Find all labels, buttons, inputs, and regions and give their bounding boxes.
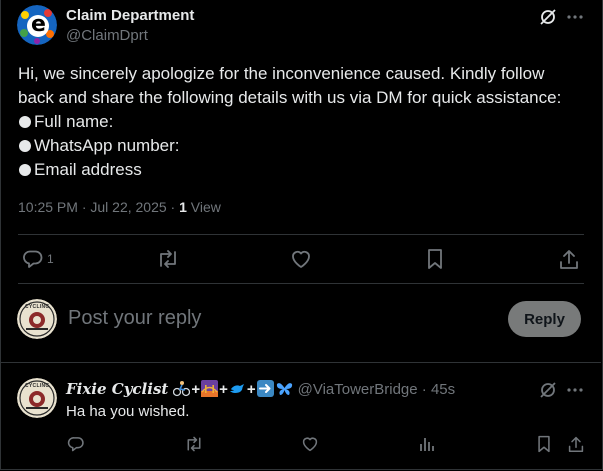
views-count: 1: [179, 199, 187, 215]
reply-icon[interactable]: [66, 434, 86, 454]
views-label: View: [186, 199, 221, 215]
share-icon[interactable]: [557, 247, 581, 271]
bridge-emoji-icon: [201, 380, 219, 398]
claim-department-avatar[interactable]: e: [17, 5, 57, 45]
author-handle[interactable]: @ClaimDprt: [66, 27, 148, 44]
analytics-icon[interactable]: [417, 434, 437, 454]
author-name[interactable]: Claim Department: [66, 7, 194, 24]
bullet-icon: [19, 116, 31, 128]
user-avatar[interactable]: CYCLING: [17, 299, 57, 339]
bookmark-icon[interactable]: [534, 434, 554, 454]
reply-handle-time[interactable]: @ViaTowerBridge · 45s: [298, 381, 456, 398]
retweet-icon[interactable]: [155, 247, 181, 271]
grok-icon[interactable]: [538, 7, 558, 27]
bullet-item: Full name:: [18, 110, 593, 134]
bird-emoji-icon: [229, 380, 246, 398]
bullet-item: Email address: [18, 158, 593, 182]
divider: [18, 234, 584, 235]
grok-icon[interactable]: [538, 380, 558, 400]
bookmark-icon[interactable]: [423, 247, 447, 271]
plus-sign: +: [219, 380, 228, 398]
avatar-letter: e: [31, 12, 46, 37]
tweet-time[interactable]: 10:25 PM · Jul 22, 2025 ·: [18, 199, 179, 215]
divider: [0, 362, 601, 363]
tweet-text-line-2: back and share the following details wit…: [18, 88, 562, 107]
avatar-badge-text: CYCLING: [25, 304, 50, 310]
like-icon[interactable]: [300, 434, 320, 454]
reply-button[interactable]: Reply: [508, 301, 581, 337]
reply-icon[interactable]: 1: [22, 247, 58, 271]
reply-count: 1: [47, 252, 54, 266]
arrow-emoji-icon: [256, 380, 274, 398]
bullet-icon: [19, 164, 31, 176]
reply-input[interactable]: Post your reply: [68, 307, 201, 330]
like-icon[interactable]: [288, 247, 314, 271]
bullet-icon: [19, 140, 31, 152]
more-icon[interactable]: [565, 7, 585, 27]
butterfly-emoji-icon: [276, 380, 293, 398]
plus-sign: +: [191, 380, 201, 398]
reply-author-avatar[interactable]: CYCLING: [17, 378, 57, 418]
tweet-text: Hi, we sincerely apologize for the incon…: [18, 62, 593, 182]
tweet-text-line-1: Hi, we sincerely apologize for the incon…: [18, 64, 545, 83]
plus-sign: +: [246, 380, 256, 398]
reply-header: Fixie Cyclist + + + @ViaTowerBridge · 45…: [66, 380, 455, 398]
cyclist-emoji-icon: [173, 380, 191, 398]
retweet-icon[interactable]: [184, 434, 204, 454]
share-icon[interactable]: [566, 434, 586, 454]
avatar-badge-text: CYCLING: [25, 383, 50, 389]
divider: [18, 283, 584, 284]
reply-text: Ha ha you wished.: [66, 403, 190, 420]
bullet-item: WhatsApp number:: [18, 134, 593, 158]
more-icon[interactable]: [565, 380, 585, 400]
reply-author-name[interactable]: Fixie Cyclist: [66, 380, 168, 398]
tweet-timestamp: 10:25 PM · Jul 22, 2025 · 1 View: [18, 199, 221, 215]
